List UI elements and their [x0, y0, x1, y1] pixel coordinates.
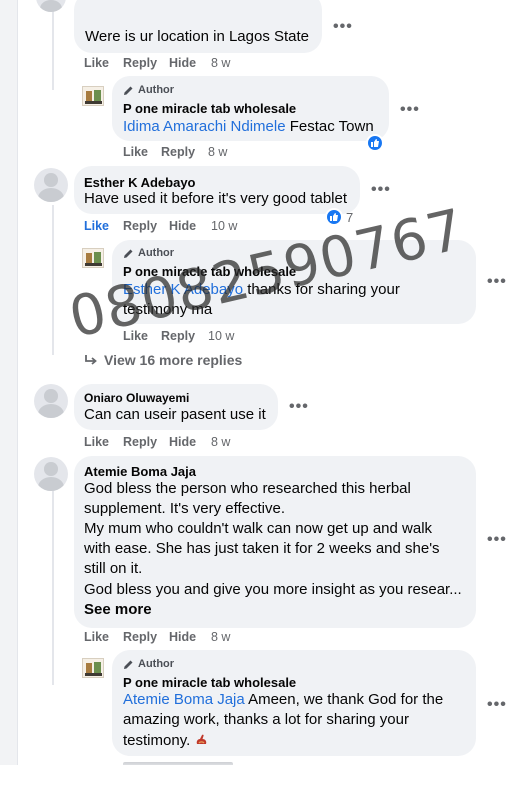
like-button[interactable]: Like [84, 219, 109, 233]
more-options-icon[interactable]: ••• [487, 273, 507, 291]
thread-line [52, 205, 54, 355]
comment-text-line: with ease. She has just taken it for 2 w… [84, 540, 440, 557]
commenter-avatar[interactable] [34, 384, 68, 418]
pencil-icon [124, 660, 133, 669]
more-options-icon[interactable]: ••• [333, 18, 353, 36]
comments-panel: Were is ur location in Lagos State ••• L… [0, 0, 513, 788]
reply-button[interactable]: Reply [123, 630, 157, 644]
reply-button[interactable]: Reply [161, 329, 195, 343]
comment-text-line: My mum who couldn't walk can now get up … [84, 520, 433, 537]
commenter-name[interactable]: Esther K Adebayo [84, 175, 196, 190]
commenter-avatar[interactable] [34, 168, 68, 202]
comment-text-line: God bless the person who researched this… [84, 480, 411, 497]
page-avatar[interactable] [82, 86, 104, 106]
reply-author-name[interactable]: P one miracle tab wholesale [123, 101, 296, 116]
like-reaction-icon[interactable] [366, 134, 384, 152]
page-avatar[interactable] [82, 248, 104, 268]
mention-link[interactable]: Idima Amarachi Ndimele [123, 118, 286, 135]
reply-timestamp[interactable]: 10 w [208, 329, 234, 343]
reply-text: Idima Amarachi Ndimele Festac Town [123, 118, 374, 135]
comment-text: Can can useir pasent use it [84, 406, 266, 423]
reply-text: testimony. [123, 731, 209, 751]
commenter-avatar[interactable] [34, 457, 68, 491]
author-badge: Author [123, 247, 174, 259]
pencil-icon [124, 249, 133, 258]
hide-button[interactable]: Hide [169, 630, 196, 644]
reply-arrow-icon [85, 355, 97, 365]
see-more-link[interactable]: See more [84, 601, 152, 618]
hide-button[interactable]: Hide [169, 435, 196, 449]
more-options-icon[interactable]: ••• [487, 696, 507, 714]
more-options-icon[interactable]: ••• [400, 101, 420, 119]
author-badge: Author [123, 84, 174, 96]
reply-button[interactable]: Reply [161, 145, 195, 159]
like-button[interactable]: Like [84, 56, 109, 70]
more-options-icon[interactable]: ••• [289, 398, 309, 416]
mention-link[interactable]: Atemie Boma Jaja [123, 691, 245, 708]
more-options-icon[interactable]: ••• [371, 181, 391, 199]
view-more-replies[interactable]: View 16 more replies [84, 352, 242, 368]
flexed-arm-emoji-icon [197, 734, 207, 744]
page-avatar[interactable] [82, 658, 104, 678]
like-button[interactable]: Like [84, 630, 109, 644]
comment-timestamp[interactable]: 8 w [211, 630, 230, 644]
comment-text-line: supplement. It's very effective. [84, 500, 286, 517]
comment-timestamp[interactable]: 8 w [211, 435, 230, 449]
pencil-icon [124, 86, 133, 95]
comment-text: Have used it before it's very good table… [84, 190, 348, 207]
hide-button[interactable]: Hide [169, 219, 196, 233]
like-button[interactable]: Like [123, 145, 148, 159]
reply-text: Atemie Boma Jaja Ameen, we thank God for… [123, 691, 444, 708]
reply-text: amazing work, thanks a lot for sharing y… [123, 711, 409, 728]
author-badge: Author [123, 658, 174, 670]
comment-timestamp[interactable]: 10 w [211, 219, 237, 233]
hide-button[interactable]: Hide [169, 56, 196, 70]
thread-line [52, 0, 54, 90]
reply-timestamp[interactable]: 8 w [208, 145, 227, 159]
comment-text-line: still on it. [84, 560, 143, 577]
thread-line [52, 490, 54, 685]
reply-button[interactable]: Reply [123, 435, 157, 449]
reply-button[interactable]: Reply [123, 56, 157, 70]
like-button[interactable]: Like [84, 435, 109, 449]
reply-author-name[interactable]: P one miracle tab wholesale [123, 675, 296, 690]
comment-text-line: God bless you and give you more insight … [84, 581, 462, 598]
comment-timestamp[interactable]: 8 w [211, 56, 230, 70]
left-gutter [0, 0, 18, 788]
more-options-icon[interactable]: ••• [487, 531, 507, 549]
comment-text: Were is ur location in Lagos State [85, 28, 310, 45]
bottom-edge [0, 765, 513, 788]
commenter-name[interactable]: Atemie Boma Jaja [84, 464, 196, 479]
commenter-avatar[interactable] [36, 0, 66, 12]
reply-button[interactable]: Reply [123, 219, 157, 233]
commenter-name[interactable]: Oniaro Oluwayemi [84, 391, 189, 405]
